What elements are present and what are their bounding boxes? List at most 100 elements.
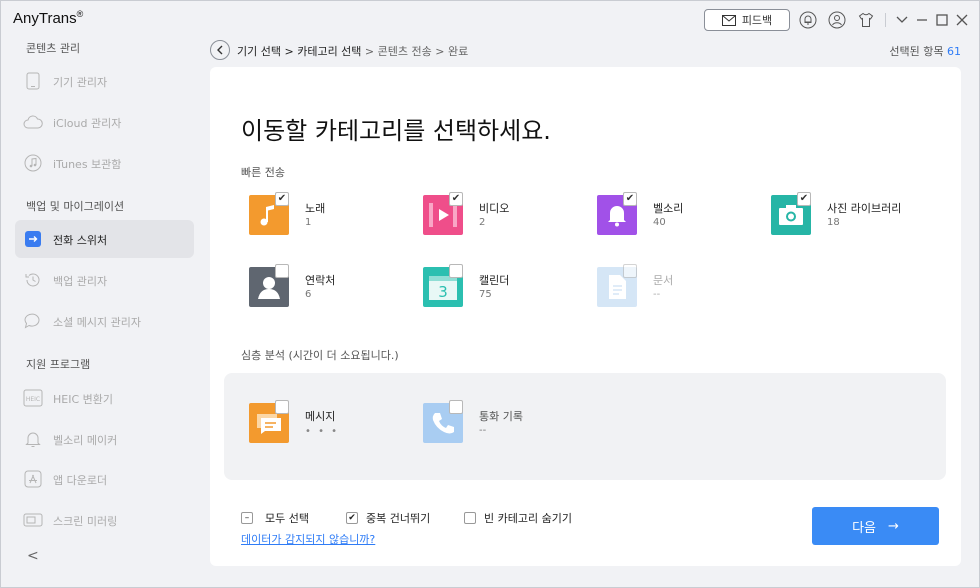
calendar-day: 3 [438,283,448,301]
music-note-icon [23,154,43,172]
close-icon[interactable] [953,11,971,29]
category-count: 6 [305,289,312,300]
hide-empty-categories-checkbox[interactable]: 빈 카테고리 숨기기 [464,510,572,526]
category-name: 문서 [653,274,674,287]
minimize-icon[interactable] [913,11,931,29]
category-name: 비디오 [479,202,510,215]
select-all-label: 모두 선택 [265,512,309,525]
breadcrumb-step-category: 카테고리 선택 [297,45,362,58]
sidebar-item-ringtone-maker[interactable]: 벨소리 메이커 [15,420,194,458]
data-not-detected-link[interactable]: 데이터가 감지되지 않습니까? [241,531,375,547]
category-documents[interactable]: 문서 -- [589,264,759,310]
sidebar-collapse-button[interactable]: < [27,548,39,564]
category-count: 40 [653,217,666,228]
chevron-down-icon[interactable] [893,11,911,29]
app-title: AnyTrans® [13,9,83,27]
sidebar-item-social-messages[interactable]: 소셜 메시지 관리자 [15,302,194,340]
category-photo-library[interactable]: ✔ 사진 라이브러리 18 [763,192,933,238]
app-name: AnyTrans [13,10,77,27]
breadcrumb-separator: > [280,45,298,58]
sidebar-item-backup-manager[interactable]: 백업 관리자 [15,261,194,299]
checkbox-indeterminate: – [241,512,253,524]
skip-duplicates-label: 중복 건너뛰기 [366,512,431,525]
sidebar-item-phone-switcher[interactable]: 전화 스위처 [15,220,194,258]
history-icon [23,271,43,289]
bell-icon [23,430,43,448]
category-name: 노래 [305,202,326,215]
next-button[interactable]: 다음 → [812,507,939,545]
category-checkbox[interactable]: ✔ [449,192,463,206]
sidebar-item-app-downloader[interactable]: 앱 다운로더 [15,460,194,498]
category-checkbox[interactable] [623,264,637,278]
arrow-right-icon: → [888,518,899,534]
sidebar-item-label: iCloud 관리자 [53,117,122,130]
category-checkbox[interactable] [449,264,463,278]
heic-icon: HEIC [23,389,43,407]
sidebar-section-content: 콘텐츠 관리 [26,42,81,55]
deep-scan-label: 심층 분석 (시간이 더 소요됩니다.) [241,349,399,362]
feedback-button[interactable]: 피드백 [704,9,790,31]
selected-items-counter: 선택된 항목 61 [889,43,961,59]
selected-items-label: 선택된 항목 [889,45,944,58]
chevron-left-icon [217,45,223,55]
checkbox-unchecked [464,512,476,524]
page-title: 이동할 카테고리를 선택하세요. [241,117,551,145]
category-checkbox[interactable] [449,400,463,414]
category-call-history[interactable]: 통화 기록 -- [415,400,585,446]
sidebar-item-itunes[interactable]: iTunes 보관함 [15,144,194,182]
sidebar-item-label: 벨소리 메이커 [53,434,118,447]
sidebar-item-label: 스크린 미러링 [53,515,118,528]
category-checkbox[interactable]: ✔ [797,192,811,206]
category-checkbox[interactable]: ✔ [275,192,289,206]
category-videos[interactable]: ✔ 비디오 2 [415,192,585,238]
sidebar-section-support: 지원 프로그램 [26,358,91,371]
category-checkbox[interactable] [275,264,289,278]
category-contacts[interactable]: 연락처 6 [241,264,411,310]
sidebar-item-device-manager[interactable]: 기기 관리자 [15,62,194,100]
checkbox-checked: ✔ [346,512,358,524]
sidebar-item-label: iTunes 보관함 [53,158,122,171]
category-count: 1 [305,217,312,228]
account-icon[interactable] [828,11,846,29]
app-store-icon [23,470,43,488]
category-ringtones[interactable]: ✔ 벨소리 40 [589,192,759,238]
breadcrumb-separator: > [431,45,448,58]
sidebar-item-screen-mirroring[interactable]: 스크린 미러링 [15,501,194,539]
breadcrumb-step-done: 완료 [447,45,469,58]
sidebar-item-heic-converter[interactable]: HEIC HEIC 변환기 [15,379,194,417]
sidebar-item-label: 기기 관리자 [53,76,108,89]
notification-bell-icon[interactable] [799,11,817,29]
cloud-icon [23,113,43,131]
skip-duplicates-checkbox[interactable]: ✔ 중복 건너뛰기 [346,510,430,526]
category-count: 2 [479,217,486,228]
category-checkbox[interactable]: ✔ [623,192,637,206]
svg-text:HEIC: HEIC [26,396,40,403]
phone-icon [23,72,43,90]
category-name: 통화 기록 [479,410,523,423]
select-all-checkbox[interactable]: – 모두 선택 [241,510,309,526]
registered-mark: ® [76,9,84,19]
category-count: 18 [827,217,840,228]
tshirt-skin-icon[interactable] [857,11,875,29]
feedback-label: 피드백 [741,14,773,27]
back-button[interactable] [210,40,230,60]
category-count: 75 [479,289,492,300]
sidebar-item-label: 소셜 메시지 관리자 [53,316,141,329]
title-bar: AnyTrans® 피드백 [1,1,979,37]
main-panel: 이동할 카테고리를 선택하세요. 빠른 전송 ✔ 노래 1 ✔ 비디오 2 ✔ … [210,67,961,566]
loading-dots: • • • [305,426,340,437]
category-calendar[interactable]: 3 캘린더 75 [415,264,585,310]
app-window: AnyTrans® 피드백 콘텐츠 관리 기기 관리자 iCloud 관리자 i… [0,0,980,588]
envelope-icon [721,14,736,26]
maximize-icon[interactable] [933,11,951,29]
category-name: 메시지 [305,410,336,423]
category-songs[interactable]: ✔ 노래 1 [241,192,411,238]
category-messages[interactable]: 메시지 • • • [241,400,411,446]
breadcrumb-step-transfer: 콘텐츠 전송 [377,45,432,58]
titlebar-divider [885,13,886,27]
chat-bubble-icon [23,312,43,330]
phone-switch-icon [23,230,43,248]
category-checkbox[interactable] [275,400,289,414]
category-name: 사진 라이브러리 [827,202,902,215]
sidebar-item-icloud[interactable]: iCloud 관리자 [15,103,194,141]
